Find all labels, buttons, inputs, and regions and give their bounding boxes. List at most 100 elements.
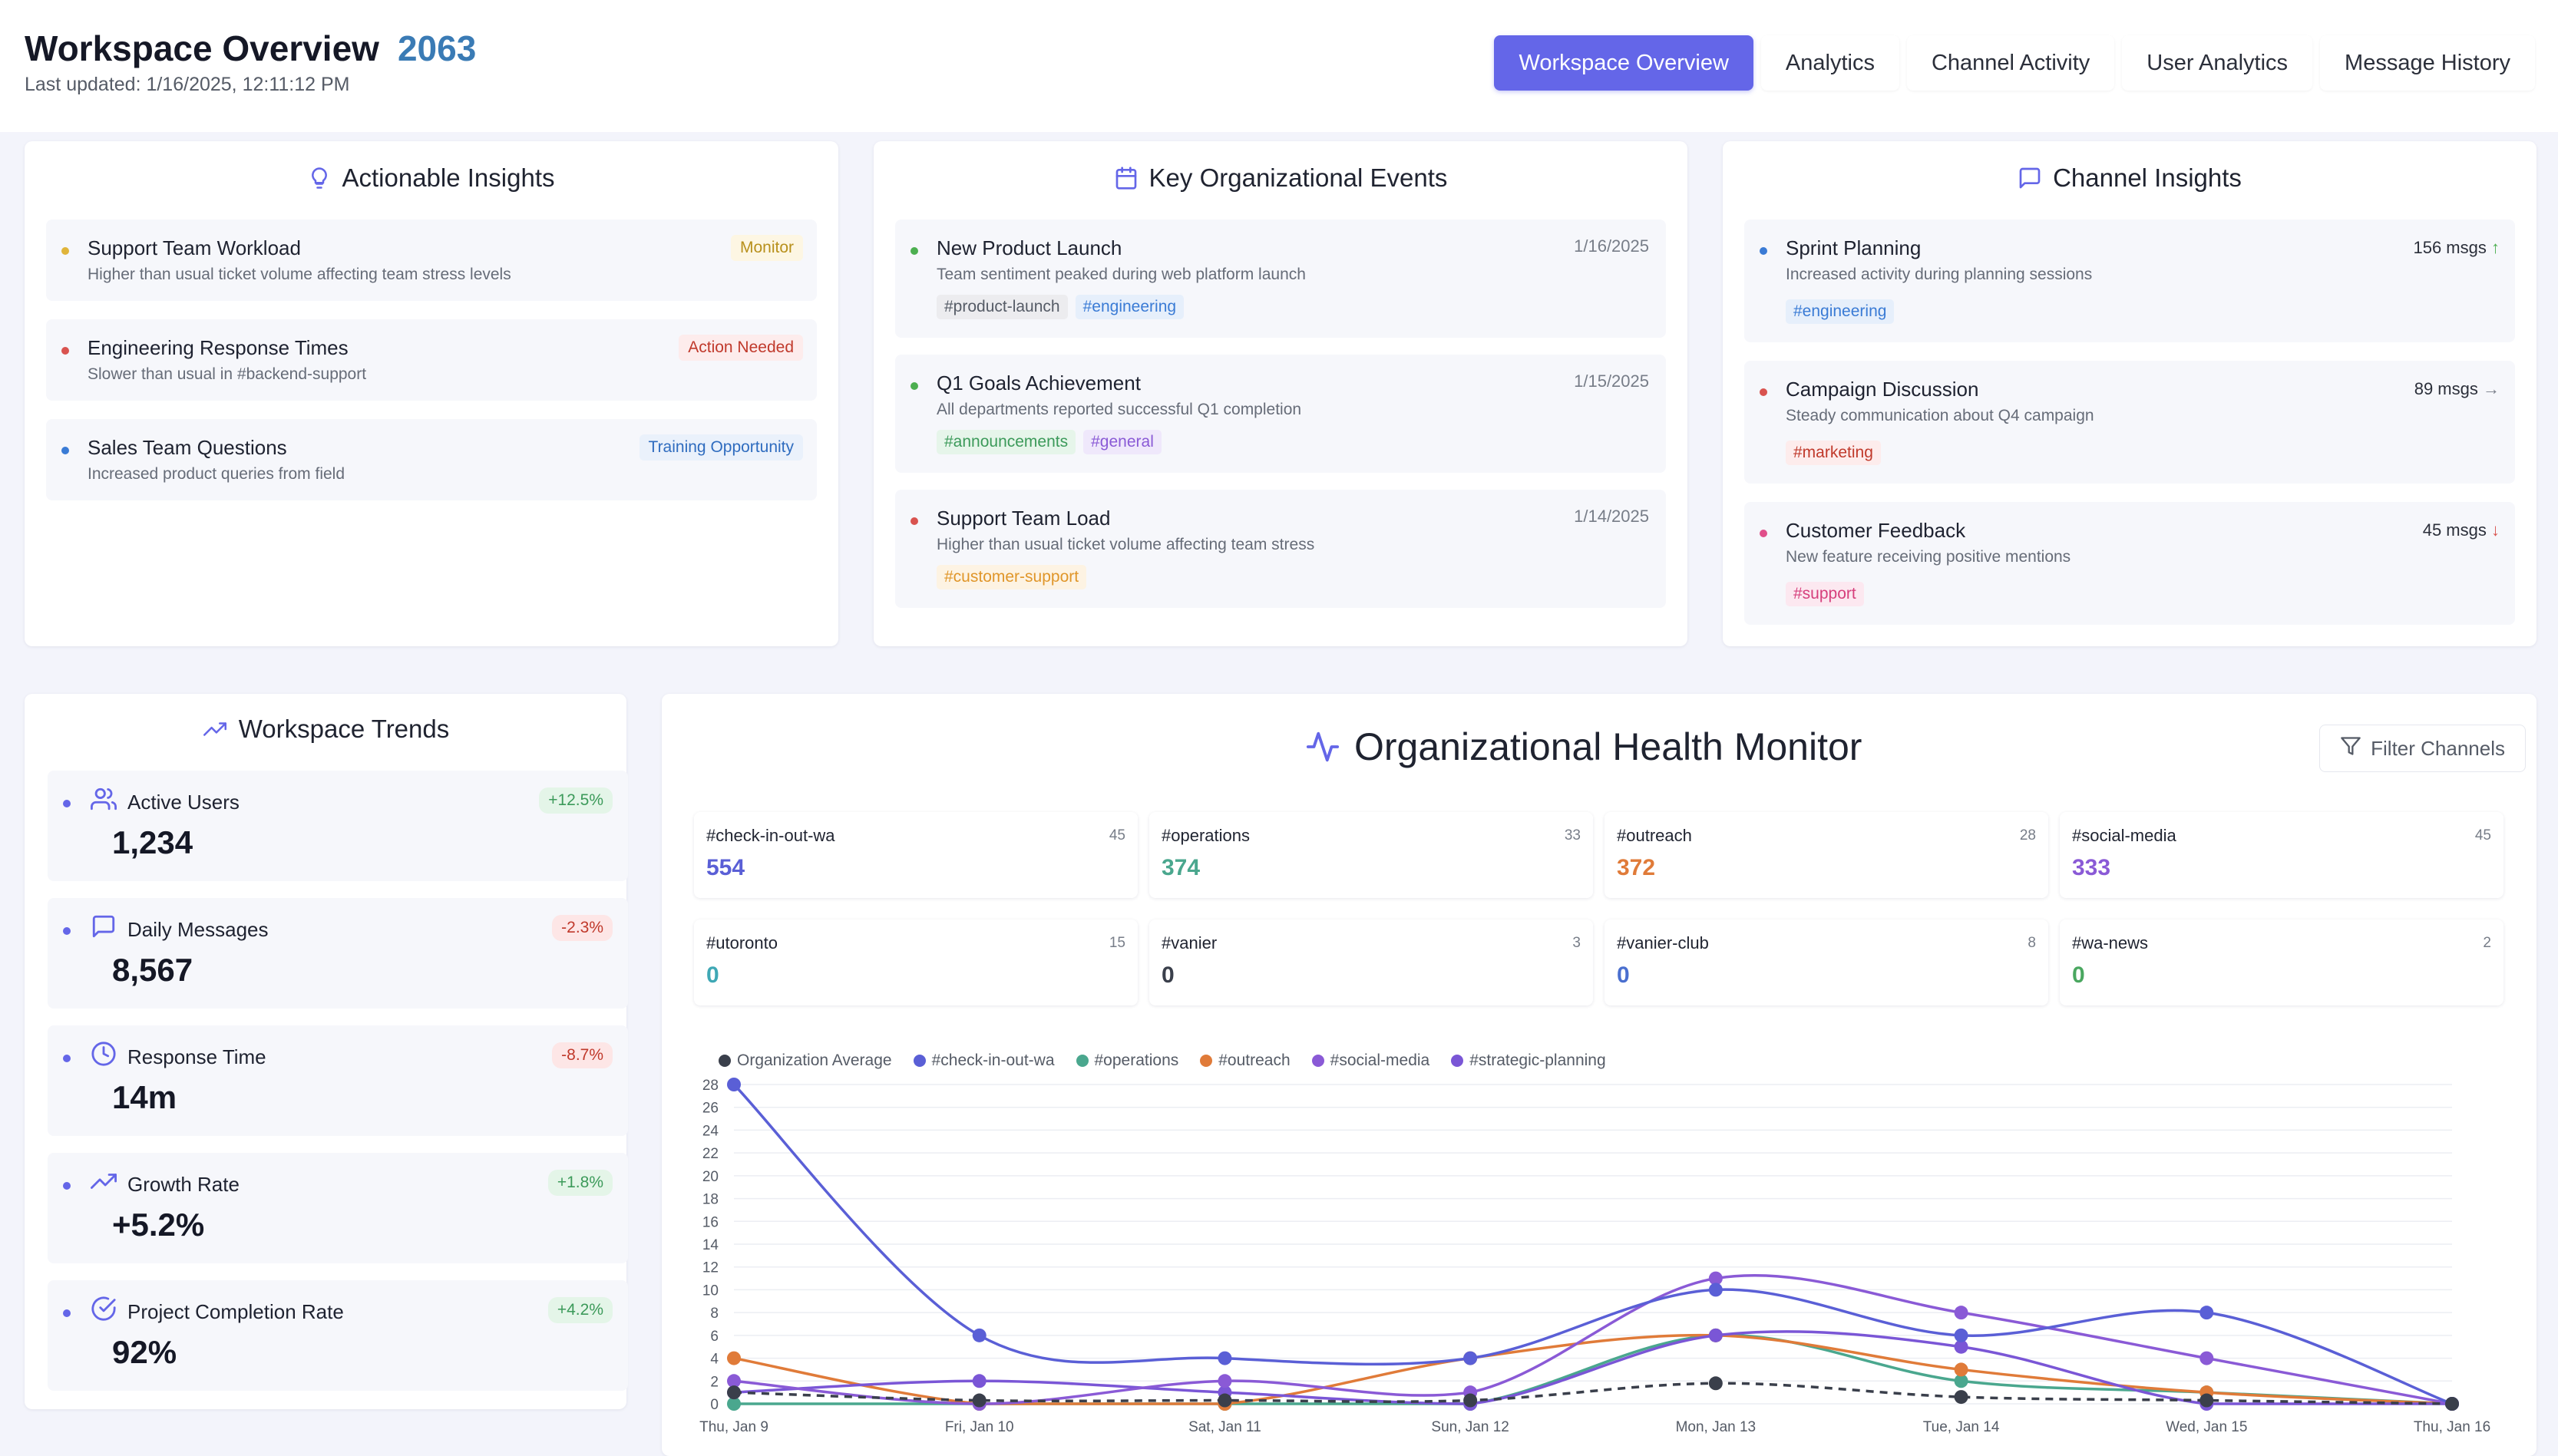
trend-item[interactable]: Response Time 14m -8.7% [48,1025,628,1136]
legend-marker [1451,1055,1464,1067]
trend-item[interactable]: Active Users 1,234 +12.5% [48,771,628,881]
trend-item[interactable]: Growth Rate +5.2% +1.8% [48,1153,628,1263]
insight-item[interactable]: Engineering Response Times Slower than u… [46,319,817,401]
y-tick-label: 10 [702,1283,719,1299]
insight-item[interactable]: Sales Team Questions Increased product q… [46,419,817,500]
legend-label: Organization Average [737,1052,892,1069]
channel-tag[interactable]: #engineering [1075,295,1185,319]
channel-tag[interactable]: #customer-support [937,565,1087,589]
channel-tags: #marketing [1786,441,1889,465]
legend-marker [1311,1055,1324,1067]
channel-stat-value: 0 [1162,962,1175,988]
status-dot [61,247,69,255]
channel-tag[interactable]: #marketing [1786,441,1881,465]
channel-stat-card[interactable]: #utoronto 15 0 [694,919,1138,1005]
y-tick-label: 18 [702,1192,719,1208]
tab-analytics[interactable]: Analytics [1760,35,1899,91]
channel-member-count: 33 [1564,827,1581,844]
channel-tag[interactable]: #product-launch [937,295,1068,319]
channel-stat-card[interactable]: #vanier-club 8 0 [1605,919,2048,1005]
channel-tag[interactable]: #announcements [937,430,1076,454]
channel-stat-value: 374 [1162,855,1201,880]
legend-item[interactable]: #outreach [1200,1052,1291,1070]
legend-marker [913,1055,926,1067]
trend-label: Response Time [127,1045,266,1068]
trend-change-badge: -2.3% [552,915,613,941]
channel-member-count: 45 [2474,827,2491,844]
health-monitor-header: Organizational Health Monitor [1305,725,1862,769]
status-dot [1760,388,1767,396]
event-item[interactable]: Support Team Load Higher than usual tick… [895,490,1666,608]
channel-stat-card[interactable]: #check-in-out-wa 45 554 [694,812,1138,898]
bullet-dot [63,800,71,807]
insight-item[interactable]: Support Team Workload Higher than usual … [46,220,817,301]
channel-tag[interactable]: #general [1083,430,1162,454]
channel-description: Increased activity during planning sessi… [1786,266,2093,283]
trend-flat-icon: → [2483,379,2500,398]
data-point [1218,1374,1232,1388]
trend-item[interactable]: Project Completion Rate 92% +4.2% [48,1280,628,1391]
event-item[interactable]: New Product Launch Team sentiment peaked… [895,220,1666,338]
channel-tags: #support [1786,582,1872,606]
title-row: Workspace Overview 2063 [25,28,476,69]
channel-name: #outreach [1617,826,1692,845]
series-line [733,1382,2453,1405]
legend-label: #check-in-out-wa [931,1052,1055,1069]
channel-title: Sprint Planning [1786,236,1922,259]
channel-item[interactable]: Customer Feedback New feature receiving … [1744,502,2515,625]
message-count-value: 89 msgs [2414,379,2478,398]
data-point [972,1393,987,1408]
tab-user-analytics[interactable]: User Analytics [2122,35,2313,91]
event-date: 1/14/2025 [1574,507,1649,526]
trend-change-badge: +12.5% [539,787,613,814]
bullet-dot [63,1309,71,1317]
tab-workspace-overview[interactable]: Workspace Overview [1494,35,1753,91]
trending-up-icon [91,1168,117,1198]
trend-change-badge: +4.2% [547,1297,613,1323]
legend-item[interactable]: #social-media [1311,1052,1430,1070]
channel-stat-card[interactable]: #wa-news 2 0 [2060,919,2503,1005]
key-events-title: Key Organizational Events [1148,163,1448,192]
channel-tag[interactable]: #engineering [1786,299,1895,324]
event-date: 1/16/2025 [1574,236,1649,256]
channel-stat-card[interactable]: #outreach 28 372 [1605,812,2048,898]
trend-value: +5.2% [112,1207,205,1243]
event-title: New Product Launch [937,236,1122,259]
channel-tag[interactable]: #support [1786,582,1864,606]
channel-item[interactable]: Sprint Planning Increased activity durin… [1744,220,2515,342]
calendar-icon [1114,166,1139,190]
workspace-count: 2063 [397,28,477,68]
filter-channels-button[interactable]: Filter Channels [2319,725,2526,772]
legend-item[interactable]: #strategic-planning [1451,1052,1606,1070]
filter-icon [2340,735,2361,762]
key-events-header: Key Organizational Events [874,161,1687,195]
legend-item[interactable]: #check-in-out-wa [913,1052,1055,1070]
trending-up-icon [202,718,228,741]
legend-item[interactable]: Organization Average [719,1052,892,1070]
series-line [733,1273,2453,1405]
channel-stat-card[interactable]: #vanier 3 0 [1149,919,1593,1005]
status-dot [911,517,918,525]
tab-message-history[interactable]: Message History [2320,35,2535,91]
bullet-dot [63,927,71,935]
channel-insights-header: Channel Insights [1723,161,2537,195]
data-point [972,1374,987,1388]
data-point [1954,1390,1968,1405]
event-item[interactable]: Q1 Goals Achievement All departments rep… [895,355,1666,473]
data-point [1954,1362,1968,1377]
message-icon [91,913,117,943]
y-tick-label: 2 [710,1374,719,1390]
tab-channel-activity[interactable]: Channel Activity [1906,35,2115,91]
data-point [1463,1393,1478,1408]
x-tick-label: Tue, Jan 14 [1923,1419,2000,1435]
channel-member-count: 45 [1109,827,1125,844]
trend-item[interactable]: Daily Messages 8,567 -2.3% [48,898,628,1009]
channel-stat-card[interactable]: #social-media 45 333 [2060,812,2503,898]
channel-item[interactable]: Campaign Discussion Steady communication… [1744,361,2515,484]
channel-stat-card[interactable]: #operations 33 374 [1149,812,1593,898]
trend-value: 1,234 [112,824,193,860]
channel-stat-value: 372 [1617,855,1656,880]
legend-item[interactable]: #operations [1076,1052,1178,1070]
last-updated: Last updated: 1/16/2025, 12:11:12 PM [25,74,350,95]
legend-label: #social-media [1330,1052,1430,1069]
